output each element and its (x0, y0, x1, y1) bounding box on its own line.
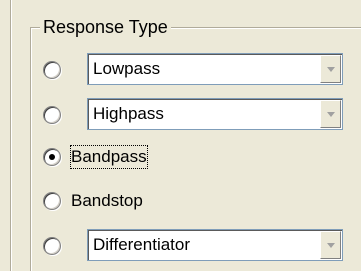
radio-button-icon[interactable] (43, 61, 61, 79)
chevron-down-icon (327, 112, 335, 117)
differentiator-dropdown-value: Differentiator (93, 235, 191, 254)
radio-button-icon[interactable] (43, 148, 61, 166)
highpass-dropdown-value: Highpass (93, 104, 164, 123)
option-lowpass[interactable] (43, 53, 61, 87)
bandstop-label[interactable]: Bandstop (71, 190, 143, 212)
radio-button-icon[interactable] (43, 106, 61, 124)
option-highpass[interactable] (43, 98, 61, 132)
differentiator-dropdown[interactable]: Differentiator (87, 229, 343, 261)
bandpass-label[interactable]: Bandpass (70, 145, 148, 169)
option-bandstop[interactable] (43, 184, 61, 218)
group-frame-left-highlight (31, 28, 32, 271)
radio-button-icon[interactable] (43, 237, 61, 255)
radio-selected-dot (49, 154, 55, 160)
chevron-down-icon (327, 67, 335, 72)
option-differentiator[interactable] (43, 229, 61, 263)
differentiator-dropdown-button[interactable] (320, 231, 341, 259)
chevron-down-icon (327, 243, 335, 248)
highpass-dropdown-button[interactable] (320, 100, 341, 128)
radio-button-icon[interactable] (43, 192, 61, 210)
lowpass-dropdown-value: Lowpass (93, 59, 161, 78)
lowpass-dropdown[interactable]: Lowpass (87, 53, 343, 85)
group-title: Response Type (40, 16, 171, 38)
lowpass-dropdown-button[interactable] (320, 55, 341, 83)
highpass-dropdown[interactable]: Highpass (87, 98, 343, 130)
option-bandpass[interactable] (43, 140, 61, 174)
left-border-light (11, 0, 12, 271)
